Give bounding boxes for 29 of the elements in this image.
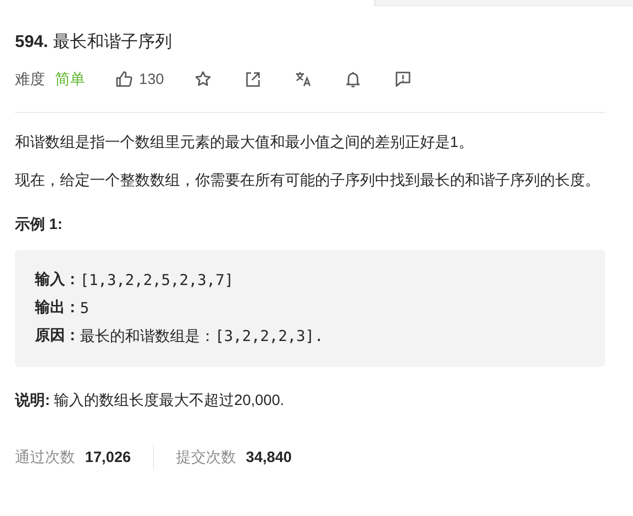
example-value: 最长的和谐数组是：[3,2,2,2,3]. (80, 326, 324, 347)
thumbs-up-icon (115, 70, 133, 88)
feedback-icon (394, 70, 412, 88)
example-label: 原因： (35, 326, 80, 346)
notify-button[interactable] (344, 70, 362, 88)
stat-label: 通过次数 (15, 448, 75, 466)
like-button[interactable]: 130 (115, 70, 164, 88)
stat-value: 34,840 (246, 448, 292, 466)
share-button[interactable] (244, 70, 262, 88)
example-heading: 示例 1: (15, 215, 64, 234)
favorite-button[interactable] (194, 70, 212, 88)
translate-button[interactable] (294, 70, 312, 88)
example-value: 5 (80, 298, 90, 319)
bell-icon (344, 70, 362, 88)
feedback-button[interactable] (394, 70, 412, 88)
example-label: 输入： (35, 270, 80, 290)
note-text: 说明: 输入的数组长度最大不超过20,000. (15, 391, 286, 411)
difficulty-level: 简单 (55, 70, 85, 88)
translate-icon (294, 70, 312, 88)
stat-value: 17,026 (85, 448, 131, 466)
example-value: [1,3,2,2,5,2,3,7] (80, 270, 234, 291)
example-label: 输出： (35, 298, 80, 318)
share-icon (244, 70, 262, 88)
description-paragraph: 和谐数组是指一个数组里元素的最大值和最小值之间的差别正好是1。 (15, 133, 474, 153)
description-paragraph: 现在，给定一个整数数组，你需要在所有可能的子序列中找到最长的和谐子序列的长度。 (15, 171, 601, 191)
stat-label: 提交次数 (176, 448, 236, 466)
star-icon (194, 70, 212, 88)
problem-title: 594. 最长和谐子序列 (15, 31, 173, 53)
difficulty-label: 难度 (15, 70, 45, 88)
